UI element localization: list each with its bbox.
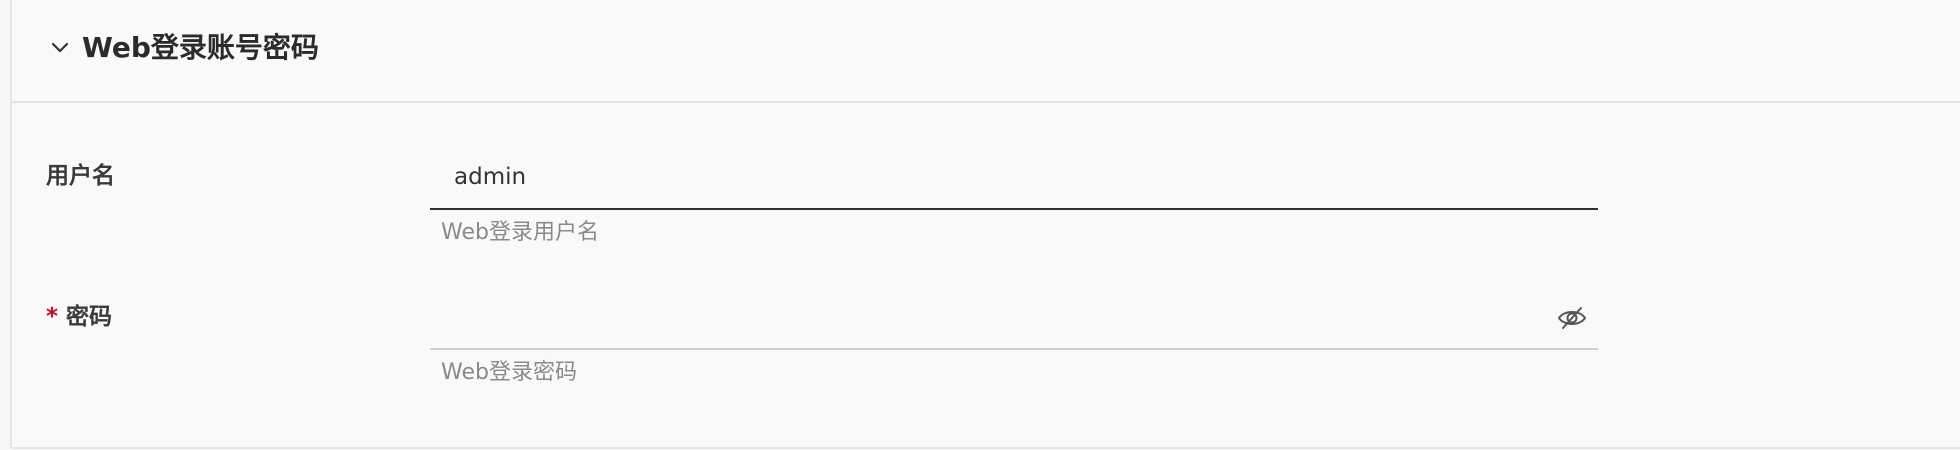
section-header-toggle[interactable]: Web登录账号密码 <box>12 0 1960 103</box>
section-title: Web登录账号密码 <box>82 31 319 64</box>
username-input[interactable] <box>430 146 1598 208</box>
username-helper-text: Web登录用户名 <box>441 220 599 245</box>
eye-off-icon[interactable] <box>1556 304 1588 332</box>
username-field[interactable] <box>430 146 1598 210</box>
required-marker: * <box>46 304 59 330</box>
password-input[interactable] <box>430 286 1540 348</box>
chevron-down-icon[interactable] <box>48 36 72 60</box>
username-label: 用户名 <box>46 163 115 189</box>
password-field[interactable] <box>430 286 1598 350</box>
password-label-row: * 密码 <box>46 301 112 333</box>
web-login-credentials-panel: Web登录账号密码 用户名 Web登录用户名 * 密码 Web登录密码 <box>10 0 1960 449</box>
password-label: 密码 <box>66 304 113 330</box>
password-helper-text: Web登录密码 <box>441 360 577 385</box>
